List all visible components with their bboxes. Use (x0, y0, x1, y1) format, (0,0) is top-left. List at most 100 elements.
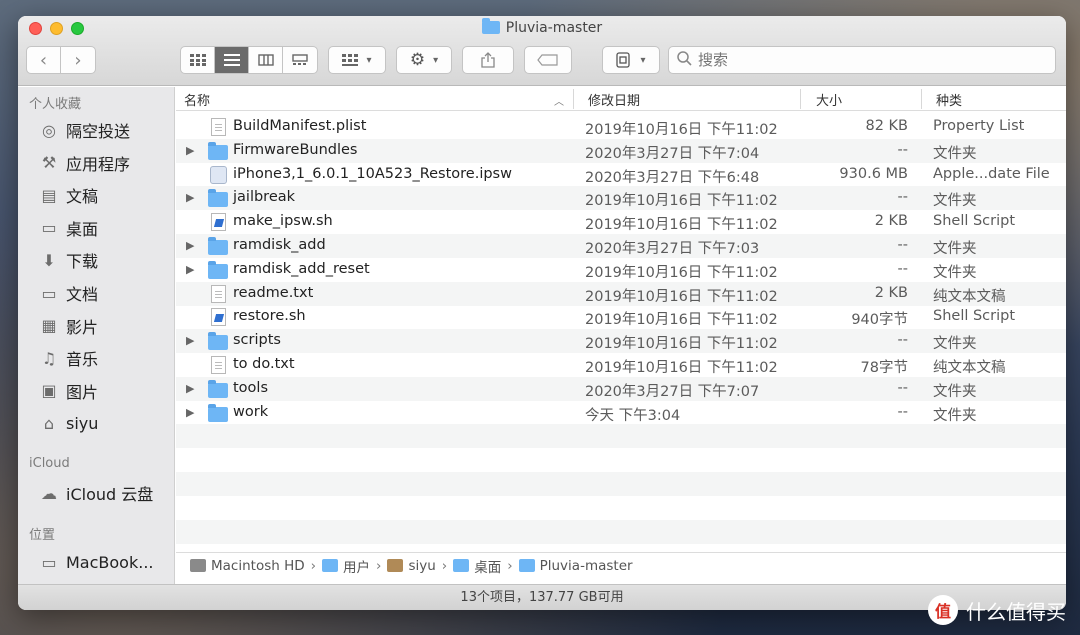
table-row[interactable]: ▶ tools 2020年3月27日 下午7:07 -- 文件夹 (176, 376, 1066, 401)
disclosure-triangle-icon[interactable]: ▶ (186, 334, 194, 347)
file-name: jailbreak (233, 189, 296, 206)
action-menu-button[interactable]: ⚙ ▾ (396, 46, 452, 74)
file-kind: 纯文本文稿 (933, 360, 1006, 376)
sidebar-item[interactable]: ▭ MacBook... (38, 549, 153, 575)
file-size: -- (897, 237, 908, 253)
file-list: 名称 ︿ 修改日期 大小 种类 BuildManifest.plist 2019年… (176, 87, 1066, 590)
path-item-label: Pluvia-master (539, 557, 633, 574)
file-date: 2019年10月16日 下午11:02 (585, 193, 778, 210)
sidebar-header-icloud: iCloud (29, 456, 70, 471)
chevron-right-icon: › (376, 557, 382, 574)
disclosure-triangle-icon[interactable]: ▶ (186, 382, 194, 395)
file-name: BuildManifest.plist (233, 118, 367, 134)
shell-script-icon (208, 308, 228, 327)
sidebar-item[interactable]: ▭ 文档 (38, 280, 98, 306)
file-name: ramdisk_add_reset (233, 260, 370, 277)
hard-drive-icon (190, 559, 206, 572)
disclosure-triangle-icon[interactable]: ▶ (186, 239, 194, 252)
search-field[interactable] (668, 46, 1056, 74)
table-row[interactable]: ▶ ramdisk_add 2020年3月27日 下午7:03 -- 文件夹 (176, 234, 1066, 258)
group-icon (342, 54, 359, 66)
watermark-text: 什么值得买 (966, 599, 1066, 624)
folder-icon (481, 18, 500, 34)
sidebar-item[interactable]: ⚒ 应用程序 (38, 150, 130, 176)
search-input[interactable] (698, 51, 1038, 69)
path-item[interactable]: Pluvia-master (518, 557, 633, 574)
file-kind: Property List (933, 118, 1025, 134)
column-name[interactable]: 名称 (184, 90, 210, 109)
sidebar-item[interactable]: ⬇ 下载 (38, 247, 98, 273)
table-row[interactable]: ▶ FirmwareBundles 2020年3月27日 下午7:04 -- 文件夹 (176, 138, 1066, 163)
app-icon (616, 52, 631, 68)
file-date: 2019年10月16日 下午11:02 (585, 288, 778, 305)
sidebar-item-label: iCloud 云盘 (66, 485, 154, 504)
empty-row (176, 424, 1066, 449)
share-button[interactable] (462, 46, 514, 74)
file-kind: 文件夹 (933, 383, 977, 400)
icon-view-button[interactable] (181, 47, 215, 73)
path-item[interactable]: siyu (387, 558, 436, 574)
table-row[interactable]: to do.txt 2019年10月16日 下午11:02 78字节 纯文本文稿 (176, 353, 1066, 377)
applications-icon: ⚒ (41, 153, 57, 173)
folder-icon (208, 237, 228, 255)
column-view-button[interactable] (249, 47, 283, 73)
file-date: 2020年3月27日 下午7:04 (585, 145, 760, 162)
toolbar: Pluvia-master ‹ › ▾ ⚙ ▾ ▾ 搜索 (18, 16, 1066, 86)
sidebar-item[interactable]: ▦ 影片 (38, 313, 98, 339)
sidebar-item[interactable]: ▣ 图片 (38, 378, 98, 404)
shell-script-icon (208, 213, 228, 232)
desktop-icon: ▭ (41, 218, 57, 238)
sidebar-item[interactable]: ⌂ siyu (38, 410, 98, 436)
table-row[interactable]: restore.sh 2019年10月16日 下午11:02 940字节 Shell … (176, 305, 1066, 329)
sidebar-item[interactable]: ▤ 文稿 (38, 182, 98, 208)
column-date[interactable]: 修改日期 (588, 90, 640, 109)
sidebar-item[interactable]: ▭ 桌面 (38, 215, 98, 241)
sidebar: 个人收藏 iCloud 位置 ◎ 隔空投送 ⚒ 应用程序 ▤ 文稿 ▭ 桌面 ⬇ 下载 ▭ 文档 ▦ 影片… (18, 87, 175, 590)
table-row[interactable]: BuildManifest.plist 2019年10月16日 下午11:02 82… (176, 115, 1066, 139)
grid-icon (189, 54, 206, 66)
sidebar-item[interactable]: ◎ 隔空投送 (38, 117, 130, 143)
gallery-view-button[interactable] (283, 47, 317, 73)
file-name: scripts (233, 332, 281, 349)
file-name: readme.txt (233, 284, 314, 301)
path-item[interactable]: 用户 (322, 556, 370, 576)
folder-icon (208, 189, 228, 208)
sidebar-item[interactable]: ♫ 音乐 (38, 345, 98, 371)
folder-icon: ▭ (41, 283, 57, 303)
file-kind: 文件夹 (933, 145, 977, 162)
app-launcher-button[interactable]: ▾ (602, 46, 660, 74)
path-item[interactable]: Macintosh HD (190, 558, 305, 574)
disclosure-triangle-icon[interactable]: ▶ (186, 406, 194, 419)
list-view-button[interactable] (215, 47, 249, 73)
file-date: 2019年10月16日 下午11:02 (585, 264, 778, 281)
sidebar-item-label: 文稿 (66, 187, 99, 207)
file-name: tools (233, 379, 269, 396)
empty-row (176, 519, 1066, 544)
disclosure-triangle-icon[interactable]: ▶ (186, 263, 194, 276)
column-header: 名称 ︿ 修改日期 大小 种类 (176, 87, 1066, 111)
table-row[interactable]: ▶ scripts 2019年10月16日 下午11:02 -- 文件夹 (176, 329, 1066, 354)
laptop-icon: ▭ (41, 552, 57, 572)
table-row[interactable]: readme.txt 2019年10月16日 下午11:02 2 KB 纯文本文稿 (176, 281, 1066, 306)
path-item[interactable]: 桌面 (453, 556, 501, 576)
file-kind: Shell Script (933, 213, 1016, 230)
document-icon (208, 356, 228, 374)
sidebar-item-label: MacBook... (66, 552, 154, 572)
column-kind[interactable]: 种类 (936, 90, 962, 109)
table-row[interactable]: iPhone3,1_6.0.1_10A523_Restore.ipsw 2020年… (176, 163, 1066, 187)
table-row[interactable]: ▶ work 今天 下午3:04 -- 文件夹 (176, 401, 1066, 425)
path-bar: Macintosh HD › 用户 › siyu › 桌面 › Pluvia-master (176, 552, 1066, 578)
table-row[interactable]: ▶ jailbreak 2019年10月16日 下午11:02 -- 文件夹 (176, 186, 1066, 211)
columns-icon (257, 54, 274, 66)
column-size[interactable]: 大小 (816, 90, 842, 109)
tag-button[interactable] (524, 46, 572, 74)
back-button[interactable]: ‹ (27, 47, 61, 73)
table-row[interactable]: ▶ ramdisk_add_reset 2019年10月16日 下午11:02 -- 文… (176, 258, 1066, 282)
disclosure-triangle-icon[interactable]: ▶ (186, 144, 194, 157)
group-by-button[interactable]: ▾ (328, 46, 386, 74)
forward-button[interactable]: › (61, 47, 95, 73)
disclosure-triangle-icon[interactable]: ▶ (186, 191, 194, 204)
table-row[interactable]: make_ipsw.sh 2019年10月16日 下午11:02 2 KB Shell… (176, 210, 1066, 234)
file-kind: Shell Script (933, 308, 1016, 325)
sidebar-item[interactable]: ☁ iCloud 云盘 (38, 480, 153, 506)
